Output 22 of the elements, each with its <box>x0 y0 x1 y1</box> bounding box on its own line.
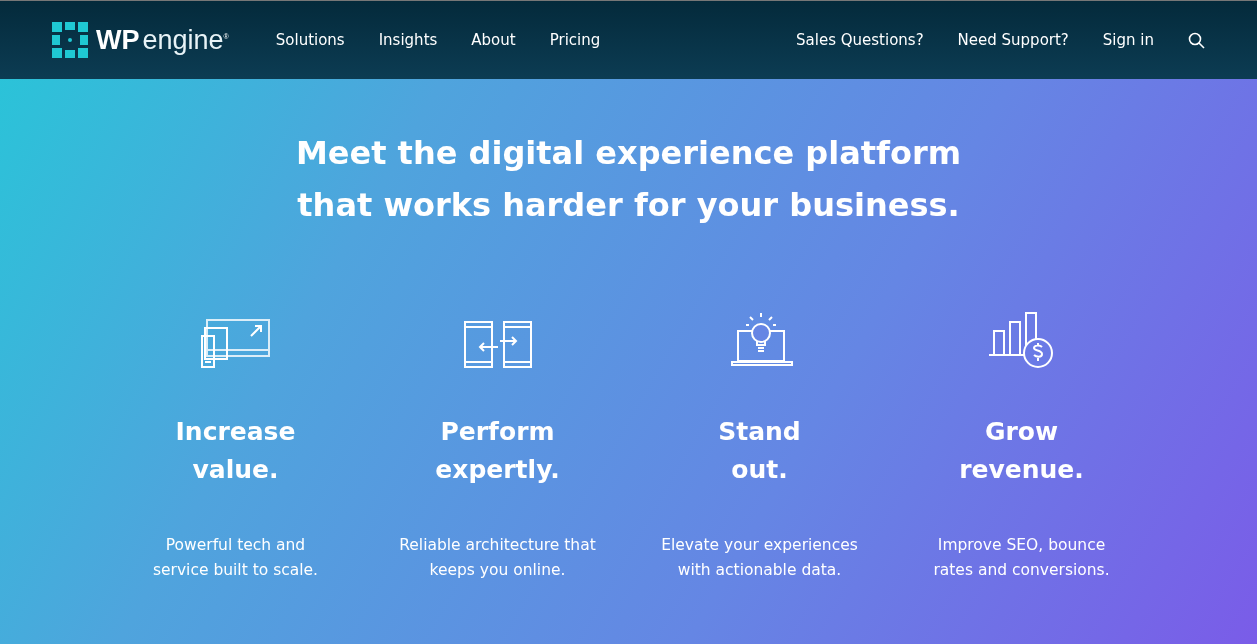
transfer-icon <box>463 321 532 369</box>
feature-title: Perform expertly. <box>435 416 560 486</box>
feature-description: Elevate your experiences with actionable data. <box>661 535 858 581</box>
nav-link[interactable]: Insights <box>378 31 438 49</box>
nav-link[interactable]: Pricing <box>549 31 601 49</box>
devices-icon <box>200 319 271 369</box>
logo-icon <box>52 22 88 58</box>
feature-title: Increase value. <box>175 416 296 486</box>
feature-description: Reliable architecture that keeps you online. <box>399 535 596 581</box>
feature-title: Stand out. <box>718 416 801 486</box>
search-icon[interactable] <box>1188 31 1205 49</box>
feature-title: Grow revenue. <box>959 416 1084 486</box>
logo-wordmark[interactable]: WPengine$^{®}$ <box>96 24 229 56</box>
nav-link[interactable]: Need Support? <box>957 31 1069 49</box>
bar-chart-dollar-icon <box>987 311 1056 369</box>
nav-link[interactable]: Sign in <box>1102 31 1154 49</box>
nav-link[interactable]: About <box>471 31 516 49</box>
hero-heading: Meet the digital experience platform that works harder for your business. <box>294 133 963 226</box>
feature-description: Powerful tech and service built to scale. <box>152 535 319 581</box>
nav-link[interactable]: Sales Questions? <box>796 31 924 49</box>
nav-link[interactable]: Solutions <box>275 31 345 49</box>
feature-description: Improve SEO, bounce rates and conversions. <box>933 535 1110 581</box>
